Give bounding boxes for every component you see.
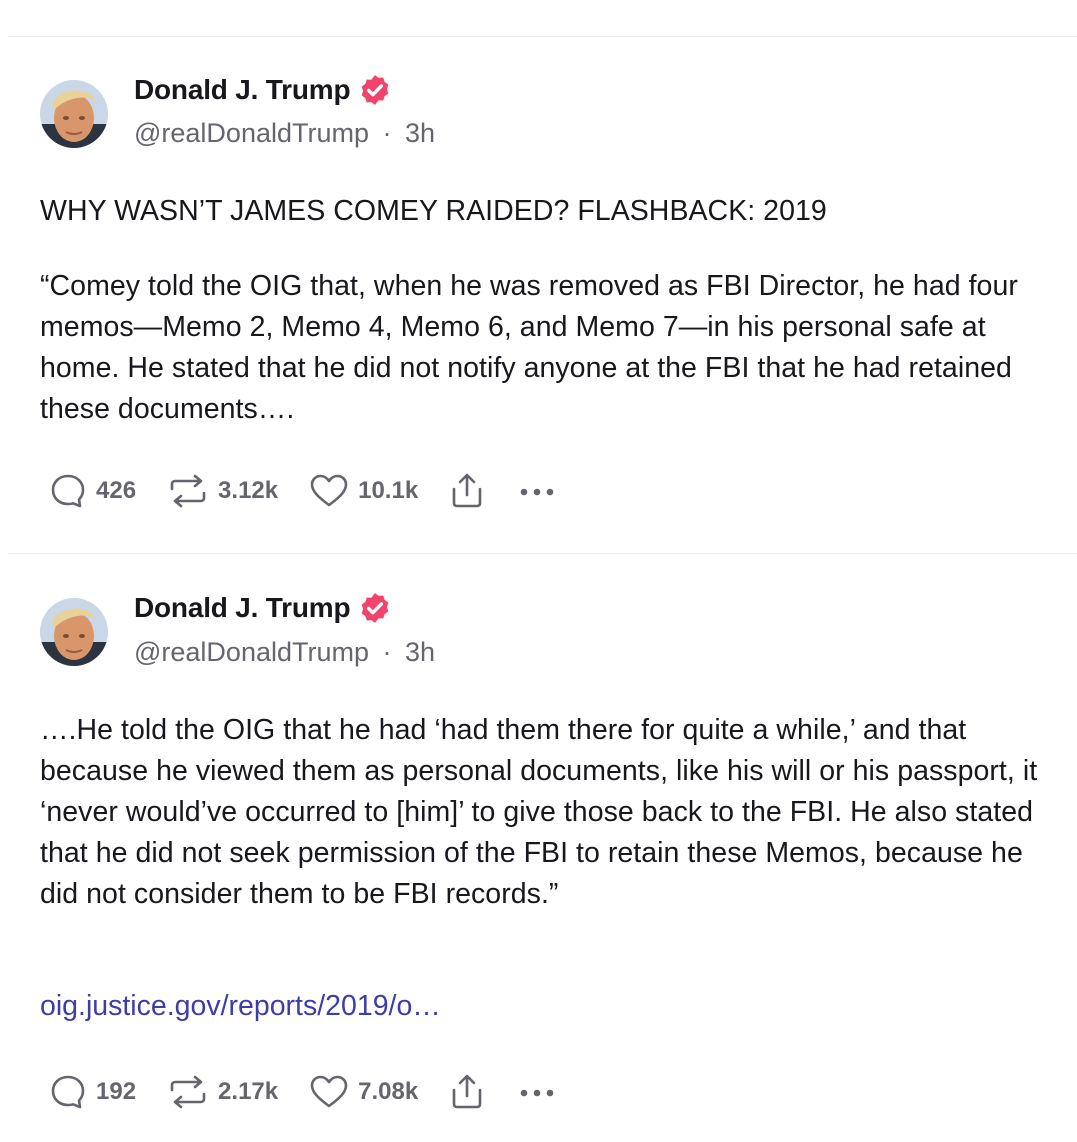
reply-icon: [51, 1075, 85, 1109]
author-name-row: Donald J. Trump: [134, 72, 392, 108]
top-divider: [8, 36, 1077, 37]
post-headline: WHY WASN’T JAMES COMEY RAIDED? FLASHBACK…: [40, 195, 827, 227]
share-button[interactable]: [448, 1072, 486, 1112]
like-button[interactable]: 10.1k: [308, 471, 418, 511]
author-handle[interactable]: @realDonaldTrump: [134, 637, 369, 667]
reply-button[interactable]: 426: [48, 471, 136, 511]
author-avatar[interactable]: [40, 598, 108, 666]
repost-count: 3.12k: [218, 477, 279, 504]
post-link[interactable]: oig.justice.gov/reports/2019/o…: [40, 990, 441, 1023]
avatar-photo: [40, 598, 108, 666]
reply-count: 192: [96, 1078, 137, 1105]
post-time[interactable]: 3h: [405, 118, 435, 148]
post-body: “Comey told the OIG that, when he was re…: [40, 270, 1026, 425]
author-name[interactable]: Donald J. Trump: [134, 592, 351, 624]
author-meta: @realDonaldTrump · 3h: [134, 637, 435, 668]
more-dots-icon: [520, 488, 554, 496]
more-options-button[interactable]: [516, 1072, 560, 1112]
meta-separator: ·: [382, 637, 392, 667]
more-dots-icon: [520, 1089, 554, 1097]
share-button[interactable]: [448, 471, 486, 511]
heart-icon: [310, 474, 348, 507]
share-icon: [452, 1074, 482, 1109]
repost-button[interactable]: 3.12k: [166, 471, 278, 511]
author-handle[interactable]: @realDonaldTrump: [134, 118, 369, 148]
like-button[interactable]: 7.08k: [308, 1072, 418, 1112]
post-actions: 192 2.17k 7.08k: [48, 1070, 560, 1114]
author-name-row: Donald J. Trump: [134, 590, 392, 626]
verified-badge-icon: [362, 593, 389, 623]
meta-separator: ·: [382, 118, 392, 148]
reply-button[interactable]: 192: [48, 1072, 136, 1112]
author-avatar[interactable]: [40, 80, 108, 148]
reply-count: 426: [96, 477, 137, 504]
post-divider: [8, 553, 1077, 554]
repost-button[interactable]: 2.17k: [166, 1072, 278, 1112]
author-meta: @realDonaldTrump · 3h: [134, 118, 435, 149]
repost-icon: [170, 474, 206, 508]
share-icon: [452, 473, 482, 508]
post-time[interactable]: 3h: [405, 637, 435, 667]
more-options-button[interactable]: [516, 471, 560, 511]
reply-icon: [51, 474, 85, 508]
like-count: 10.1k: [358, 477, 419, 504]
heart-icon: [310, 1075, 348, 1108]
repost-count: 2.17k: [218, 1078, 279, 1105]
author-name[interactable]: Donald J. Trump: [134, 74, 351, 106]
post-actions: 426 3.12k 10.1k: [48, 469, 560, 513]
avatar-photo: [40, 80, 108, 148]
like-count: 7.08k: [358, 1078, 419, 1105]
repost-icon: [170, 1075, 206, 1109]
verified-badge-icon: [362, 75, 389, 105]
post-body: ….He told the OIG that he had ‘had them …: [40, 714, 1046, 910]
